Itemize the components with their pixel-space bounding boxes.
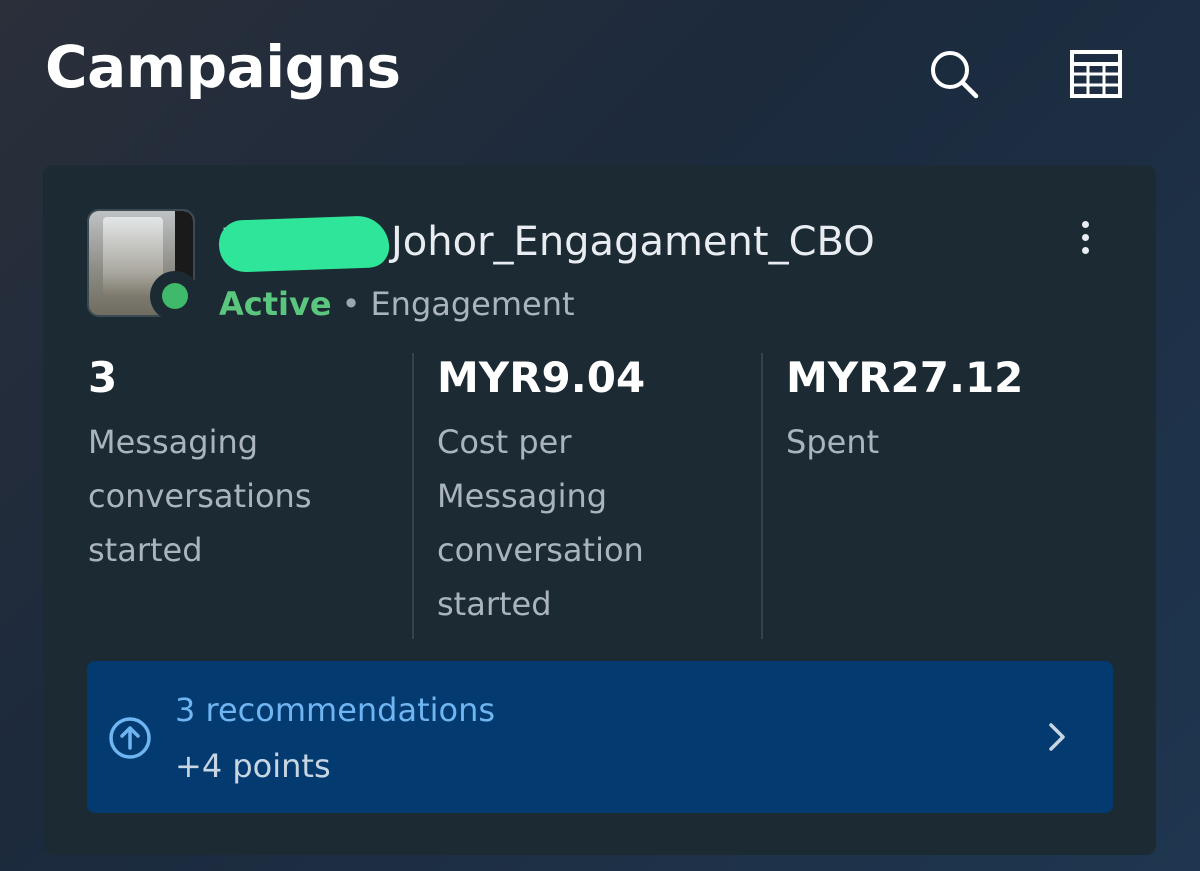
search-button[interactable] <box>924 44 984 104</box>
metric-label: Messaging conversations started <box>88 423 312 570</box>
metric-divider <box>412 353 414 639</box>
metric-label: Spent <box>786 423 880 462</box>
search-icon <box>931 51 979 99</box>
metric-value: 3 <box>88 353 118 402</box>
table-view-button[interactable] <box>1066 44 1126 104</box>
metric-cost-per-result: MYR9.04 Cost per Messaging conversation … <box>437 353 737 631</box>
kebab-dot-icon <box>1081 220 1089 228</box>
kebab-dot-icon <box>1081 233 1089 241</box>
metric-value: MYR27.12 <box>786 353 1024 402</box>
kebab-dot-icon <box>1081 246 1089 254</box>
table-view-icon <box>1070 50 1122 98</box>
campaign-card[interactable]: V Johor_Engagament_CBO Active•Engagement… <box>43 165 1156 855</box>
metric-value: MYR9.04 <box>437 353 646 402</box>
metric-label: Cost per Messaging conversation started <box>437 423 644 624</box>
page-title: Campaigns <box>45 33 401 101</box>
page-header: Campaigns <box>0 0 1200 150</box>
campaign-meta: Active • Engagement <box>219 285 575 323</box>
campaign-name[interactable]: Johor_Engagament_CBO <box>391 219 875 265</box>
recommendations-points: +4 points <box>175 747 331 785</box>
recommendations-banner[interactable]: 3 recommendations +4 points <box>87 661 1113 813</box>
status-label: Active <box>219 285 332 323</box>
recommendations-title: 3 recommendations <box>175 691 496 729</box>
metric-spent: MYR27.12 Spent <box>786 353 1086 469</box>
meta-separator: • <box>341 285 361 323</box>
chevron-right-icon <box>1049 723 1065 751</box>
status-indicator <box>150 271 200 321</box>
redaction-mark <box>218 215 390 273</box>
status-dot <box>162 283 188 309</box>
arrow-up-circle-icon <box>109 717 151 759</box>
more-options-button[interactable] <box>1065 207 1105 267</box>
metric-divider <box>761 353 763 639</box>
objective-label: Engagement <box>370 285 575 323</box>
metric-results: 3 Messaging conversations started <box>88 353 388 577</box>
